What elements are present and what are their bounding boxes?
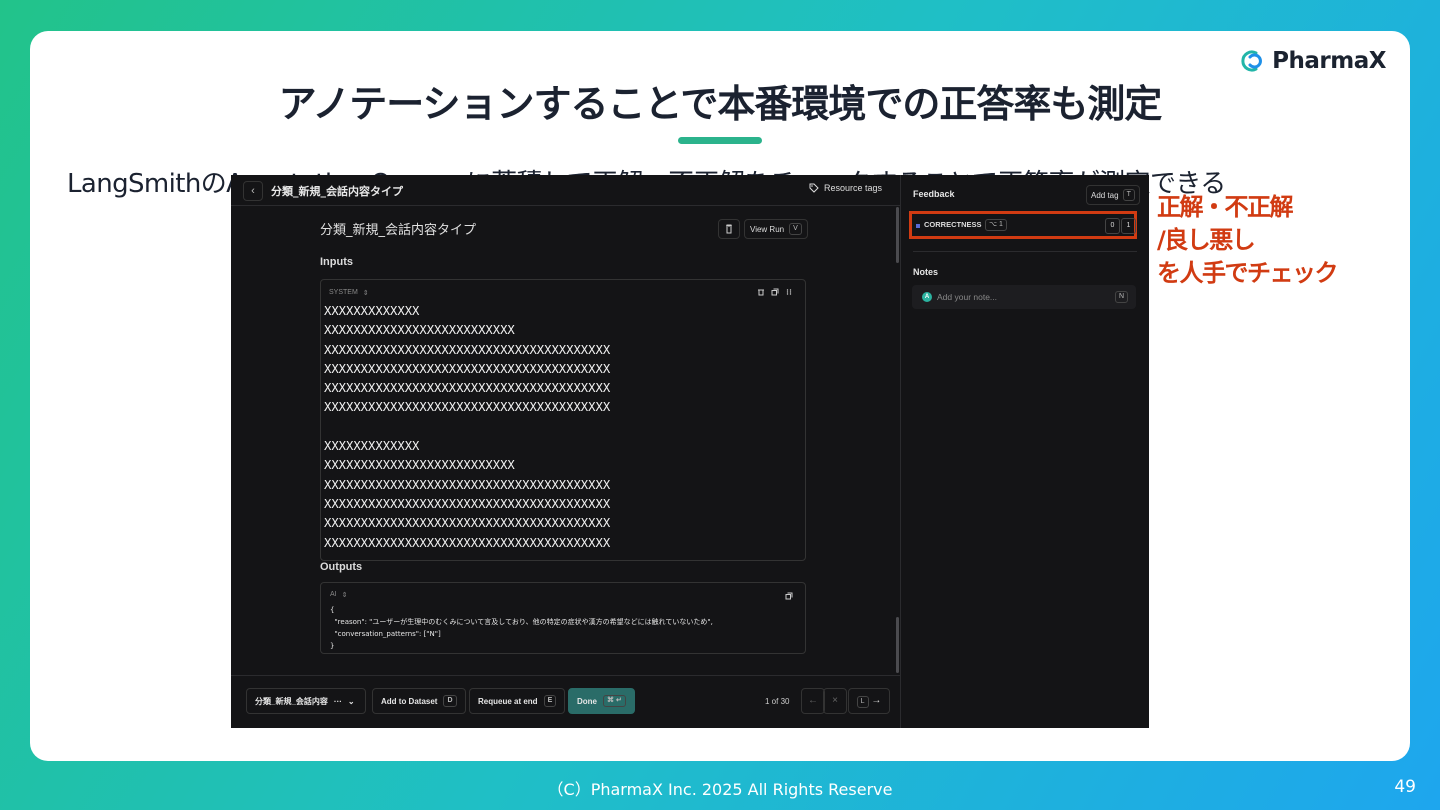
tag-icon (809, 183, 819, 193)
chevron-down-icon: ⌄ (347, 696, 355, 706)
add-to-dataset-button[interactable]: Add to Dataset D (372, 688, 466, 714)
system-role-selector[interactable]: SYSTEM ⇕ (329, 289, 369, 297)
note-shortcut: N (1114, 291, 1128, 303)
requeue-label: Requeue at end (478, 696, 538, 706)
done-label: Done (577, 696, 597, 706)
requeue-shortcut: E (543, 695, 557, 707)
notes-title: Notes (913, 267, 939, 277)
queue-select[interactable]: 分類_新規_会話内容 ··· ⌄ (246, 688, 366, 714)
system-message-text[interactable]: XXXXXXXXXXXXX XXXXXXXXXXXXXXXXXXXXXXXXXX… (324, 302, 610, 553)
annotation-callout: 正解・不正解 /良し悪し を人手でチェック (1157, 191, 1339, 290)
brand-name: PharmaX (1272, 48, 1386, 74)
done-button[interactable]: Done ⌘ ↵ (568, 688, 635, 714)
pager-text: 1 of 30 (765, 697, 790, 706)
score-0-button[interactable]: 0 (1105, 218, 1120, 234)
copyright-footer: （C）PharmaX Inc. 2025 All Rights Reserve (547, 780, 893, 799)
add-tag-label: Add tag (1091, 190, 1119, 200)
updown-chevron-icon: ⇕ (341, 592, 348, 599)
resource-tags-button[interactable]: Resource tags (809, 183, 882, 193)
done-shortcut: ⌘ ↵ (603, 695, 626, 707)
copy-icon[interactable] (785, 592, 793, 600)
delete-button[interactable] (718, 219, 740, 239)
add-tag-shortcut: T (1122, 189, 1135, 201)
last-shortcut: L (856, 696, 869, 708)
note-placeholder: Add your note... (937, 292, 998, 302)
slide-title: アノテーションすることで本番環境での正答率も測定 (278, 82, 1163, 126)
panel-divider (900, 175, 901, 728)
view-run-button[interactable]: View Run V (744, 219, 808, 239)
output-json-text: { "reason": "ユーザーが生理中のむくみについて言及しており、他の特定… (330, 606, 713, 650)
queue-select-label: 分類_新規_会話内容 (255, 696, 328, 706)
correctness-label: CORRECTNESS (924, 220, 982, 229)
message-actions (757, 288, 793, 296)
note-input[interactable]: A Add your note... N (912, 285, 1136, 309)
annotation-line: 正解・不正解 (1157, 193, 1294, 221)
correctness-shortcut: ⌥ 1 (985, 219, 1007, 231)
correctness-feedback-row: CORRECTNESS ⌥ 1 0 1 (909, 211, 1137, 239)
close-icon: × (832, 695, 838, 706)
system-message-box: SYSTEM ⇕ XXXXXXXXXXXXX XXXXXXXXXXXXXXXXX… (320, 279, 806, 561)
run-title: 分類_新規_会話内容タイプ (320, 223, 477, 238)
bottom-action-bar: 分類_新規_会話内容 ··· ⌄ Add to Dataset D Requeu… (231, 675, 900, 728)
back-button[interactable]: ‹ (243, 181, 263, 201)
annotation-queue-screenshot: ‹ 分類_新規_会話内容タイプ Resource tags 分類_新規_会話内容… (231, 175, 1149, 728)
view-run-shortcut: V (789, 223, 802, 235)
next-button[interactable]: L → (848, 688, 890, 714)
title-underline (678, 137, 762, 144)
ai-role-selector[interactable]: AI ⇕ (330, 591, 348, 599)
add-tag-button[interactable]: Add tag T (1086, 185, 1140, 205)
brand-logo: PharmaX (1238, 47, 1386, 75)
output-message-box: AI ⇕ { "reason": "ユーザーが生理中のむくみについて言及しており… (320, 582, 806, 654)
breadcrumb: 分類_新規_会話内容タイプ (271, 185, 403, 198)
resource-tags-label: Resource tags (823, 183, 882, 193)
feedback-divider (913, 251, 1137, 252)
ai-role-label: AI (330, 591, 337, 598)
annotation-line: を人手でチェック (1157, 259, 1339, 287)
more-icon: ··· (333, 696, 342, 706)
trash-icon (726, 224, 732, 234)
annotation-line: /良し悪し (1157, 226, 1256, 254)
first-button[interactable]: × (823, 688, 847, 714)
correctness-dot-icon (916, 224, 920, 228)
score-1-button[interactable]: 1 (1121, 218, 1136, 234)
system-role-label: SYSTEM (329, 289, 358, 296)
inputs-label: Inputs (320, 256, 353, 268)
add-to-dataset-shortcut: D (443, 695, 457, 707)
scrollbar[interactable] (896, 207, 899, 263)
requeue-button[interactable]: Requeue at end E (469, 688, 566, 714)
arrow-right-icon: → (871, 695, 882, 706)
avatar: A (922, 292, 932, 302)
scrollbar-lower[interactable] (896, 617, 899, 673)
view-run-label: View Run (750, 224, 785, 234)
trash-icon[interactable] (757, 288, 765, 296)
copy-icon[interactable] (771, 288, 779, 296)
feedback-title: Feedback (913, 189, 955, 199)
pharmax-logo-icon (1241, 50, 1263, 72)
add-to-dataset-label: Add to Dataset (381, 696, 438, 706)
drag-handle-icon[interactable] (785, 288, 793, 296)
top-bar: ‹ 分類_新規_会話内容タイプ Resource tags (231, 175, 900, 206)
updown-chevron-icon: ⇕ (362, 290, 369, 297)
prev-button[interactable]: ← (801, 688, 825, 714)
outputs-label: Outputs (320, 561, 363, 573)
page-number: 49 (1394, 777, 1416, 797)
arrow-left-icon: ← (808, 695, 818, 706)
